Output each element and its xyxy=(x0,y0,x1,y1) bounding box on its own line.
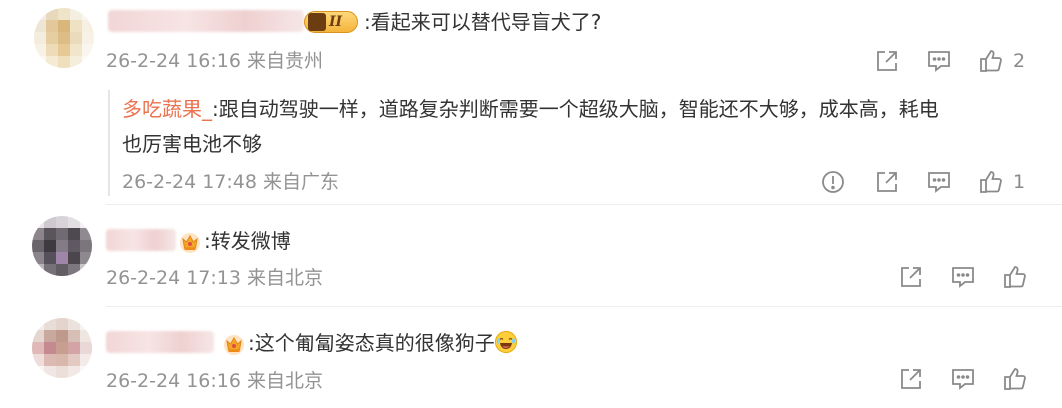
comment-meta: 26-2-24 17:13 来自北京 xyxy=(106,267,323,289)
like-icon[interactable] xyxy=(1002,264,1028,290)
avatar[interactable] xyxy=(34,8,94,68)
share-icon[interactable] xyxy=(874,48,900,74)
reply-text: :跟自动驾驶一样，道路复杂判断需要一个超级大脑，智能还不大够，成本高，耗电 xyxy=(212,97,939,121)
comment-meta: 26-2-24 16:16 来自北京 xyxy=(106,370,323,392)
share-icon[interactable] xyxy=(898,264,924,290)
comment-icon[interactable] xyxy=(926,169,952,195)
like-icon[interactable] xyxy=(1002,366,1028,392)
shield-icon xyxy=(308,13,326,31)
reply-like-count: 1 xyxy=(1013,171,1026,193)
comment-text-row: :这个匍匐姿态真的很像狗子 xyxy=(248,331,517,355)
comment-text: :转发微博 xyxy=(204,229,291,253)
like-icon[interactable] xyxy=(978,169,1004,195)
comment-text: :看起来可以替代导盲犬了? xyxy=(364,10,602,34)
reply-author[interactable]: 多吃蔬果_ xyxy=(122,97,212,121)
crown-icon xyxy=(178,230,202,254)
username-blurred[interactable] xyxy=(106,229,176,251)
comment-icon[interactable] xyxy=(926,48,952,74)
avatar[interactable] xyxy=(32,216,92,276)
vip-level-badge[interactable]: II xyxy=(304,11,358,33)
reply-meta: 26-2-24 17:48 来自广东 xyxy=(122,171,339,193)
username-blurred[interactable] xyxy=(106,331,214,353)
report-icon[interactable] xyxy=(820,169,846,195)
share-icon[interactable] xyxy=(898,366,924,392)
laugh-emoji xyxy=(494,331,517,353)
username-blurred[interactable] xyxy=(108,10,304,32)
comment-meta: 26-2-24 16:16 来自贵州 xyxy=(106,50,323,72)
comment-divider xyxy=(106,306,1062,307)
vip-level-label: II xyxy=(329,14,343,30)
comment-divider xyxy=(106,204,1062,205)
avatar[interactable] xyxy=(32,318,92,378)
comment-icon[interactable] xyxy=(950,366,976,392)
comment-icon[interactable] xyxy=(950,264,976,290)
reply-line-2: 也厉害电池不够 xyxy=(122,132,262,156)
crown-icon xyxy=(222,332,246,356)
like-count: 2 xyxy=(1013,50,1026,72)
reply-indent-bar xyxy=(108,90,110,196)
share-icon[interactable] xyxy=(874,169,900,195)
like-icon[interactable] xyxy=(978,48,1004,74)
comment-text: :这个匍匐姿态真的很像狗子 xyxy=(248,331,495,355)
reply-line-1: 多吃蔬果_:跟自动驾驶一样，道路复杂判断需要一个超级大脑，智能还不大够，成本高，… xyxy=(122,97,939,121)
